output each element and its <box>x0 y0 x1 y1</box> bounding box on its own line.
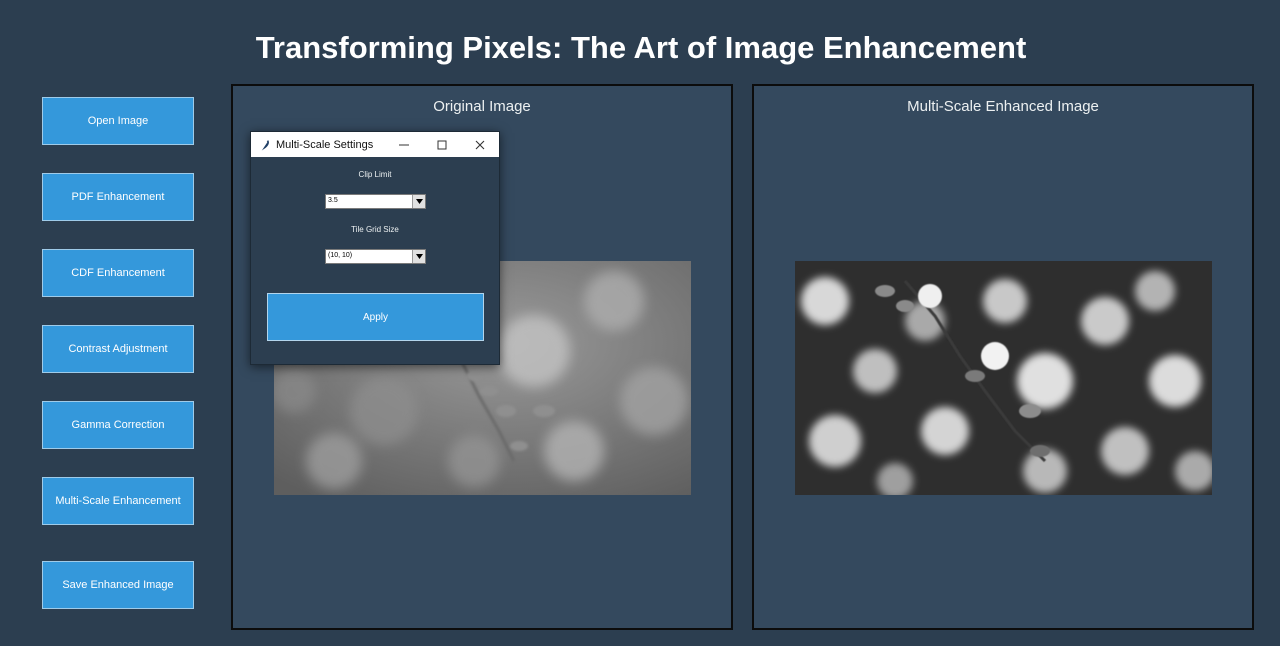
feather-icon <box>260 139 269 151</box>
tile-grid-size-select[interactable]: (10, 10) <box>325 249 426 264</box>
minimize-icon[interactable] <box>385 132 423 157</box>
clip-limit-label: Clip Limit <box>358 170 392 179</box>
tile-grid-size-value: (10, 10) <box>328 252 353 259</box>
tile-grid-size-label: Tile Grid Size <box>351 225 399 234</box>
enhanced-image-title: Multi-Scale Enhanced Image <box>907 98 1099 115</box>
contrast-adjustment-button[interactable]: Contrast Adjustment <box>42 325 194 373</box>
save-enhanced-image-button[interactable]: Save Enhanced Image <box>42 561 194 609</box>
original-image-title: Original Image <box>433 98 531 115</box>
maximize-icon[interactable] <box>423 132 461 157</box>
dialog-titlebar[interactable]: Multi-Scale Settings <box>251 132 499 157</box>
close-icon[interactable] <box>461 132 499 157</box>
enhanced-image <box>795 261 1212 495</box>
multi-scale-enhancement-button[interactable]: Multi-Scale Enhancement <box>42 477 194 525</box>
clip-limit-value: 3.5 <box>328 197 338 204</box>
gamma-correction-button[interactable]: Gamma Correction <box>42 401 194 449</box>
dropdown-arrow-icon[interactable] <box>412 250 425 263</box>
cdf-enhancement-button[interactable]: CDF Enhancement <box>42 249 194 297</box>
open-image-button[interactable]: Open Image <box>42 97 194 145</box>
dropdown-arrow-icon[interactable] <box>412 195 425 208</box>
dialog-title: Multi-Scale Settings <box>276 138 374 151</box>
pdf-enhancement-button[interactable]: PDF Enhancement <box>42 173 194 221</box>
enhanced-image-panel: Multi-Scale Enhanced Image <box>752 84 1254 630</box>
clip-limit-select[interactable]: 3.5 <box>325 194 426 209</box>
apply-button[interactable]: Apply <box>267 293 484 341</box>
multi-scale-settings-dialog: Multi-Scale Settings Clip Limit 3.5 Tile… <box>250 131 500 365</box>
app-title: Transforming Pixels: The Art of Image En… <box>255 30 1027 65</box>
